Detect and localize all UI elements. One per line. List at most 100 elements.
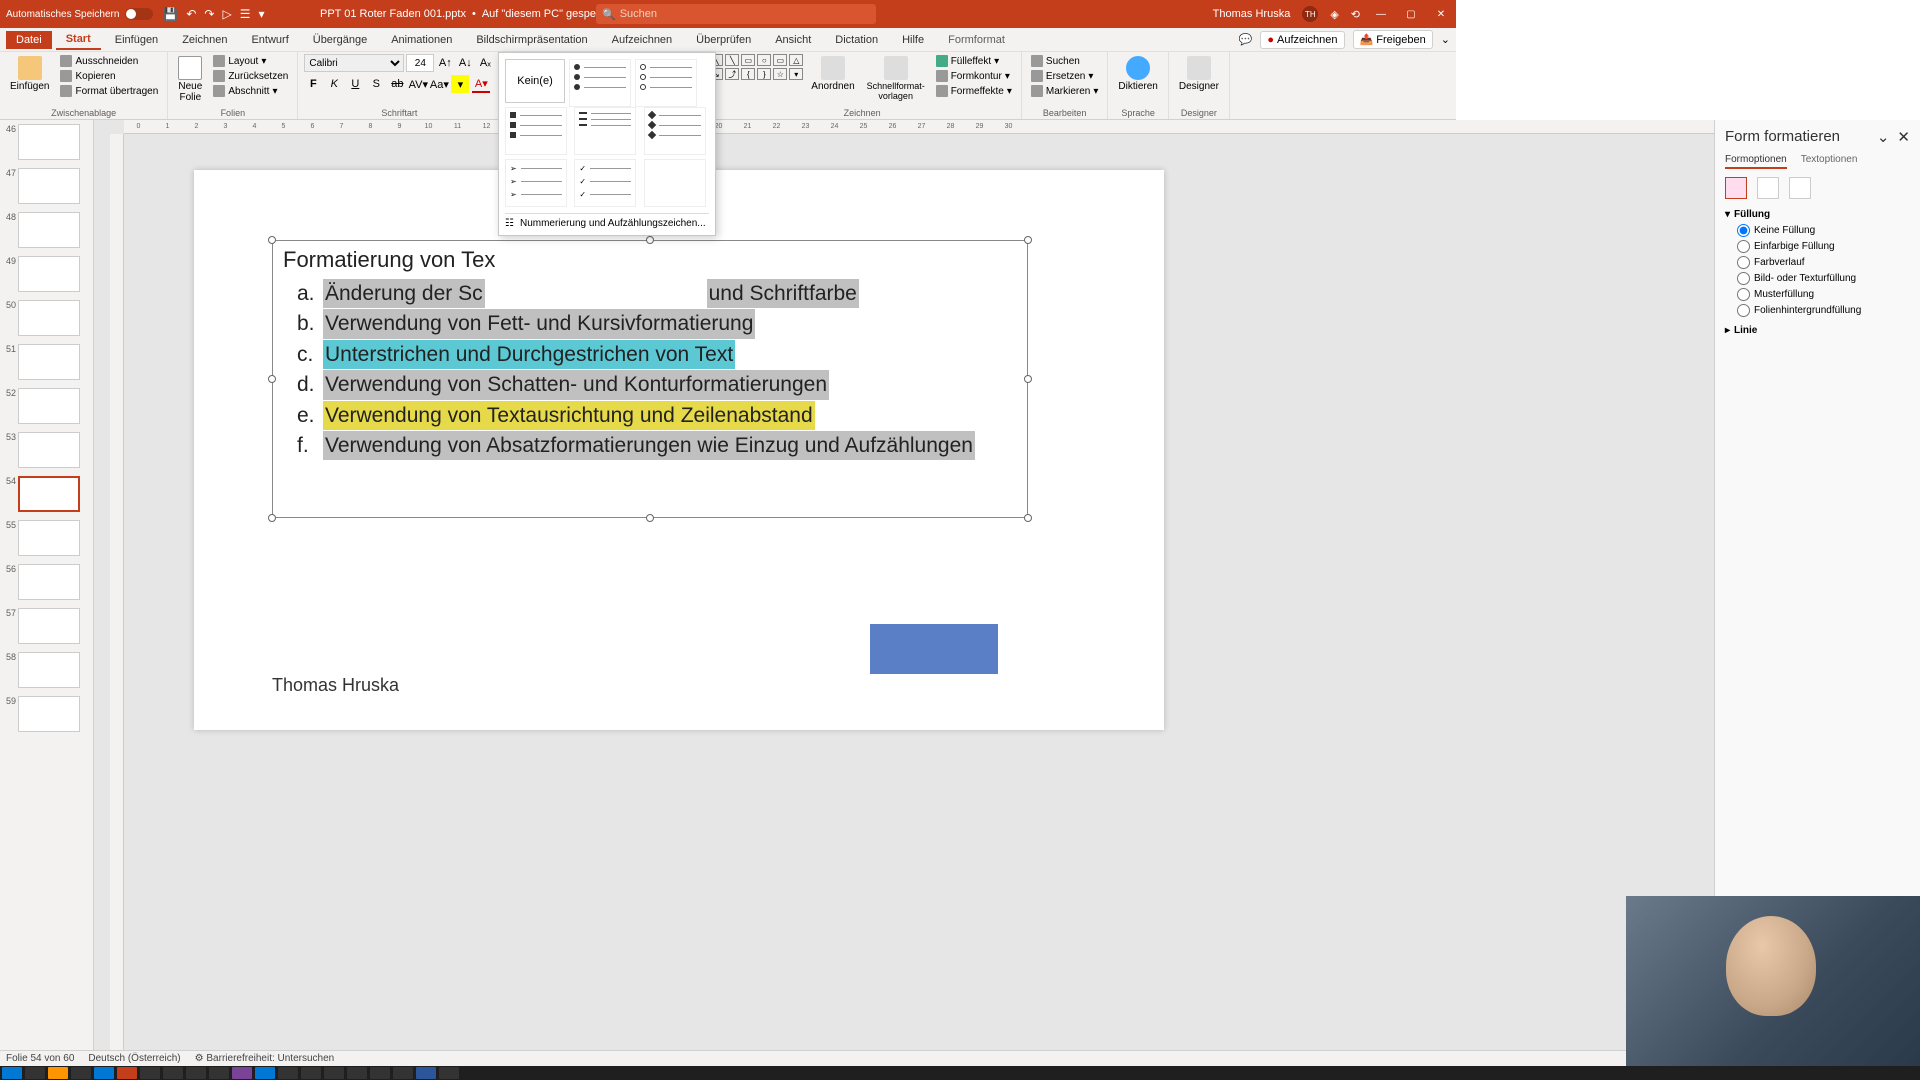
resize-handle[interactable]	[1024, 514, 1032, 522]
resize-handle[interactable]	[646, 514, 654, 522]
fill-effect-button[interactable]: Fülleffekt▾	[933, 54, 1015, 68]
effects-icon[interactable]	[1757, 177, 1779, 199]
slide-thumbnail-47[interactable]: 47	[2, 168, 91, 204]
save-icon[interactable]: 💾	[163, 7, 178, 21]
slide-counter[interactable]: Folie 54 von 60	[6, 1053, 74, 1064]
document-title[interactable]: PPT 01 Roter Faden 001.pptx • Auf "diese…	[320, 8, 634, 21]
tab-animations[interactable]: Animationen	[381, 31, 462, 49]
author-text[interactable]: Thomas Hruska	[272, 675, 399, 696]
firefox-icon[interactable]	[48, 1067, 68, 1079]
slide-thumbnail-46[interactable]: 46	[2, 124, 91, 160]
bullet-arrow[interactable]: ➢➢➢	[505, 159, 567, 207]
coming-soon-icon[interactable]: ◈	[1330, 8, 1338, 21]
slide-canvas[interactable]: Formatierung von Tex a.Änderung der Scun…	[194, 170, 1164, 730]
highlight-button[interactable]: ▾	[451, 75, 469, 93]
tab-draw[interactable]: Zeichnen	[172, 31, 237, 49]
layout-button[interactable]: Layout▾	[210, 54, 291, 68]
slide-thumbnail-51[interactable]: 51	[2, 344, 91, 380]
bullet-circle[interactable]	[635, 59, 697, 107]
new-slide-button[interactable]: Neue Folie	[174, 54, 206, 105]
chrome-icon[interactable]	[71, 1067, 91, 1079]
slide-thumbnail-53[interactable]: 53	[2, 432, 91, 468]
tab-transitions[interactable]: Übergänge	[303, 31, 377, 49]
paste-button[interactable]: Einfügen	[6, 54, 53, 94]
fill-option[interactable]: Bild- oder Texturfüllung	[1737, 272, 1910, 285]
vscode-icon[interactable]	[255, 1067, 275, 1079]
accessibility-checker[interactable]: ⚙ Barrierefreiheit: Untersuchen	[195, 1053, 335, 1064]
font-name-select[interactable]: Calibri	[304, 54, 404, 72]
fill-option[interactable]: Folienhintergrundfüllung	[1737, 304, 1910, 317]
pane-close-icon[interactable]: ✕	[1897, 128, 1910, 146]
share-button[interactable]: 📤Freigeben	[1353, 30, 1433, 49]
tab-view[interactable]: Ansicht	[765, 31, 821, 49]
bold-button[interactable]: F	[304, 75, 322, 93]
fill-option[interactable]: Einfarbige Füllung	[1737, 240, 1910, 253]
slide-thumbnails[interactable]: 4647484950515253545556575859	[0, 120, 94, 1050]
font-color-button[interactable]: A▾	[472, 75, 490, 93]
start-menu-icon[interactable]	[2, 1067, 22, 1079]
resize-handle[interactable]	[1024, 236, 1032, 244]
close-button[interactable]: ✕	[1432, 5, 1450, 23]
fill-line-icon[interactable]	[1725, 177, 1747, 199]
ribbon-mode-icon[interactable]: ⟲	[1351, 8, 1360, 21]
taskbar-app-icon[interactable]	[140, 1067, 160, 1079]
format-painter-button[interactable]: Format übertragen	[57, 84, 161, 98]
edge-icon[interactable]	[94, 1067, 114, 1079]
minimize-button[interactable]: —	[1372, 5, 1390, 23]
onenote-icon[interactable]	[232, 1067, 252, 1079]
slide-thumbnail-55[interactable]: 55	[2, 520, 91, 556]
taskbar-app-icon[interactable]	[370, 1067, 390, 1079]
line-section-header[interactable]: ▸ Linie	[1725, 325, 1910, 336]
resize-handle[interactable]	[268, 375, 276, 383]
resize-handle[interactable]	[1024, 375, 1032, 383]
case-button[interactable]: Aa▾	[430, 75, 448, 93]
tab-dictation[interactable]: Dictation	[825, 31, 888, 49]
strikethrough-button[interactable]: ab	[388, 75, 406, 93]
ribbon-options-icon[interactable]: ⌄	[1441, 33, 1450, 46]
decrease-font-icon[interactable]: A↓	[456, 54, 474, 72]
bullet-disc[interactable]	[569, 59, 631, 107]
slide-thumbnail-50[interactable]: 50	[2, 300, 91, 336]
bullet-square[interactable]	[505, 107, 567, 155]
quick-styles-button[interactable]: Schnellformat- vorlagen	[863, 54, 929, 103]
font-size-input[interactable]	[406, 54, 434, 72]
clear-format-icon[interactable]: Aₓ	[476, 54, 494, 72]
shapes-gallery[interactable]: ╲╲▭○▭△ ↘⤴{}☆▾	[709, 54, 803, 80]
start-icon[interactable]: ▷	[222, 7, 231, 21]
bullet-check[interactable]: ✓✓✓	[574, 159, 636, 207]
slide-thumbnail-56[interactable]: 56	[2, 564, 91, 600]
bullets-more-options[interactable]: ☷ Nummerierung und Aufzählungszeichen...	[505, 213, 709, 229]
content-textbox[interactable]: Formatierung von Tex a.Änderung der Scun…	[272, 240, 1028, 518]
redo-icon[interactable]: ↷	[204, 7, 214, 21]
tab-shape-options[interactable]: Formoptionen	[1725, 154, 1787, 169]
tab-shape-format[interactable]: Formformat	[938, 31, 1015, 49]
word-icon[interactable]	[416, 1067, 436, 1079]
designer-button[interactable]: Designer	[1175, 54, 1223, 94]
fill-section-header[interactable]: ▾ Füllung	[1725, 209, 1910, 220]
taskbar-app-icon[interactable]	[439, 1067, 459, 1079]
slide-thumbnail-58[interactable]: 58	[2, 652, 91, 688]
resize-handle[interactable]	[268, 514, 276, 522]
resize-handle[interactable]	[646, 236, 654, 244]
tab-design[interactable]: Entwurf	[241, 31, 298, 49]
tab-slideshow[interactable]: Bildschirmpräsentation	[466, 31, 597, 49]
cut-button[interactable]: Ausschneiden	[57, 54, 161, 68]
maximize-button[interactable]: ▢	[1402, 5, 1420, 23]
fill-option[interactable]: Farbverlauf	[1737, 256, 1910, 269]
user-name[interactable]: Thomas Hruska	[1213, 8, 1291, 20]
tab-text-options[interactable]: Textoptionen	[1801, 154, 1858, 169]
language-indicator[interactable]: Deutsch (Österreich)	[88, 1053, 180, 1064]
pane-options-icon[interactable]: ⌄	[1877, 128, 1890, 146]
shape-outline-button[interactable]: Formkontur▾	[933, 69, 1015, 83]
qat-more-icon[interactable]: ▾	[258, 7, 264, 21]
taskbar-app-icon[interactable]	[186, 1067, 206, 1079]
powerpoint-icon[interactable]	[117, 1067, 137, 1079]
shadow-button[interactable]: S	[367, 75, 385, 93]
replace-button[interactable]: Ersetzen▾	[1028, 69, 1102, 83]
underline-button[interactable]: U	[346, 75, 364, 93]
record-button[interactable]: ●Aufzeichnen	[1260, 31, 1344, 49]
slide-title[interactable]: Formatierung von Tex	[273, 241, 1027, 279]
slide-thumbnail-59[interactable]: 59	[2, 696, 91, 732]
tab-help[interactable]: Hilfe	[892, 31, 934, 49]
taskbar-app-icon[interactable]	[163, 1067, 183, 1079]
